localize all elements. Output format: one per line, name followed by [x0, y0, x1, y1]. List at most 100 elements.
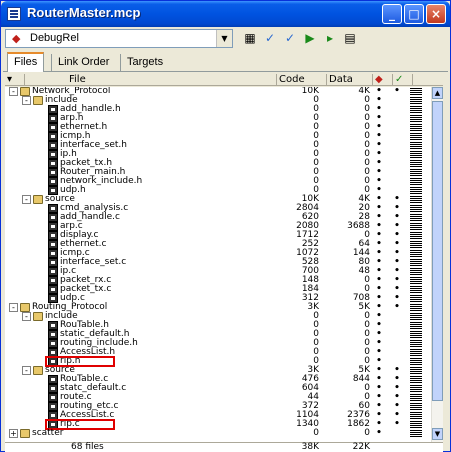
settings-icon[interactable]: ▦: [241, 30, 259, 47]
file-actions-icon[interactable]: [410, 412, 422, 419]
file-actions-icon[interactable]: [410, 124, 422, 131]
vertical-scrollbar[interactable]: ▲ ▼: [431, 87, 443, 442]
scroll-down-arrow-icon[interactable]: ▼: [432, 428, 443, 440]
file-actions-icon[interactable]: [410, 403, 422, 410]
collapse-icon[interactable]: -: [22, 195, 31, 204]
collapse-icon[interactable]: -: [22, 96, 31, 105]
column-target-icon[interactable]: ✓: [393, 74, 413, 86]
file-actions-icon[interactable]: [410, 106, 422, 113]
column-data[interactable]: Data: [327, 74, 373, 86]
file-actions-icon[interactable]: [410, 277, 422, 284]
file-actions-icon[interactable]: [410, 160, 422, 167]
file-actions-icon[interactable]: [410, 151, 422, 158]
file-actions-icon[interactable]: [410, 286, 422, 293]
minimize-button[interactable]: _: [382, 4, 402, 24]
file-actions-icon[interactable]: [410, 358, 422, 365]
file-actions-icon[interactable]: [410, 340, 422, 347]
synchronize-icon[interactable]: ✓: [261, 30, 279, 47]
target-marker[interactable]: •: [392, 87, 402, 96]
maximize-button[interactable]: □: [404, 4, 424, 24]
debug-icon[interactable]: ▶: [301, 30, 319, 47]
chevron-down-icon[interactable]: ▼: [216, 30, 232, 47]
target-dropdown[interactable]: ◆ DebugRel ▼: [5, 29, 233, 48]
tab-targets[interactable]: Targets: [120, 54, 169, 71]
file-actions-icon[interactable]: [410, 97, 422, 104]
total-data: 22K: [352, 442, 370, 452]
file-icon: [48, 330, 58, 339]
collapse-icon[interactable]: -: [22, 312, 31, 321]
sort-chevron-icon[interactable]: ▾: [5, 74, 25, 86]
make-icon[interactable]: ✓: [281, 30, 299, 47]
file-actions-icon[interactable]: [410, 196, 422, 203]
file-icon: [48, 213, 58, 222]
file-actions-icon[interactable]: [410, 115, 422, 122]
scroll-up-arrow-icon[interactable]: ▲: [432, 87, 443, 99]
file-icon: [48, 249, 58, 258]
file-icon: [48, 231, 58, 240]
project-inspector-icon[interactable]: ▤: [341, 30, 359, 47]
folder-icon: [33, 96, 43, 105]
debug-marker[interactable]: •: [374, 429, 384, 438]
file-actions-icon[interactable]: [410, 268, 422, 275]
file-actions-icon[interactable]: [410, 214, 422, 221]
file-actions-icon[interactable]: [410, 304, 422, 311]
file-actions-icon[interactable]: [410, 187, 422, 194]
status-footer: 68 files 38K 22K: [5, 442, 443, 452]
file-icon: [48, 105, 58, 114]
target-marker[interactable]: •: [392, 303, 402, 312]
file-actions-icon[interactable]: [410, 394, 422, 401]
scroll-thumb[interactable]: [432, 101, 443, 401]
file-actions-icon[interactable]: [410, 295, 422, 302]
file-icon: [48, 168, 58, 177]
file-actions-icon[interactable]: [410, 232, 422, 239]
file-icon: [48, 123, 58, 132]
file-actions-icon[interactable]: [410, 223, 422, 230]
file-actions-icon[interactable]: [410, 367, 422, 374]
column-debug-icon[interactable]: ◆: [373, 74, 393, 86]
file-actions-icon[interactable]: [410, 376, 422, 383]
run-icon[interactable]: ▸: [321, 30, 339, 47]
target-icon: ◆: [12, 32, 21, 45]
file-name: scatter: [32, 428, 64, 438]
file-icon: [48, 222, 58, 231]
file-actions-icon[interactable]: [410, 331, 422, 338]
collapse-icon[interactable]: -: [9, 87, 18, 96]
target-marker[interactable]: •: [392, 420, 402, 429]
file-actions-icon[interactable]: [410, 133, 422, 140]
file-icon: [48, 114, 58, 123]
file-actions-icon[interactable]: [410, 313, 422, 320]
file-actions-icon[interactable]: [410, 88, 422, 95]
close-button[interactable]: ×: [426, 4, 446, 24]
file-icon: [48, 285, 58, 294]
file-actions-icon[interactable]: [410, 385, 422, 392]
file-count: 68 files: [71, 442, 104, 452]
file-row[interactable]: + scatter 0 0 •: [5, 429, 427, 438]
folder-icon: [20, 429, 30, 438]
file-icon: [48, 321, 58, 330]
tab-files[interactable]: Files: [7, 52, 45, 72]
file-actions-icon[interactable]: [410, 205, 422, 212]
collapse-icon[interactable]: -: [22, 366, 31, 375]
file-actions-icon[interactable]: [410, 142, 422, 149]
file-actions-icon[interactable]: [410, 250, 422, 257]
file-actions-icon[interactable]: [410, 178, 422, 185]
file-actions-icon[interactable]: [410, 169, 422, 176]
tab-bar: Files Link Order Targets: [3, 52, 448, 72]
file-actions-icon[interactable]: [410, 430, 422, 437]
file-data-size: 0: [364, 428, 370, 438]
file-actions-icon[interactable]: [410, 259, 422, 266]
file-icon: [48, 393, 58, 402]
column-file[interactable]: File: [25, 74, 277, 86]
title-bar[interactable]: RouterMaster.mcp _ □ ×: [1, 1, 450, 27]
file-actions-icon[interactable]: [410, 241, 422, 248]
collapse-icon[interactable]: -: [9, 303, 18, 312]
window-title: RouterMaster.mcp: [27, 5, 141, 20]
file-code-size: 0: [313, 428, 319, 438]
file-icon: [48, 204, 58, 213]
expand-icon[interactable]: +: [9, 429, 18, 438]
column-code[interactable]: Code: [277, 74, 327, 86]
tab-link-order[interactable]: Link Order: [51, 54, 115, 71]
file-actions-icon[interactable]: [410, 421, 422, 428]
file-actions-icon[interactable]: [410, 349, 422, 356]
file-actions-icon[interactable]: [410, 322, 422, 329]
